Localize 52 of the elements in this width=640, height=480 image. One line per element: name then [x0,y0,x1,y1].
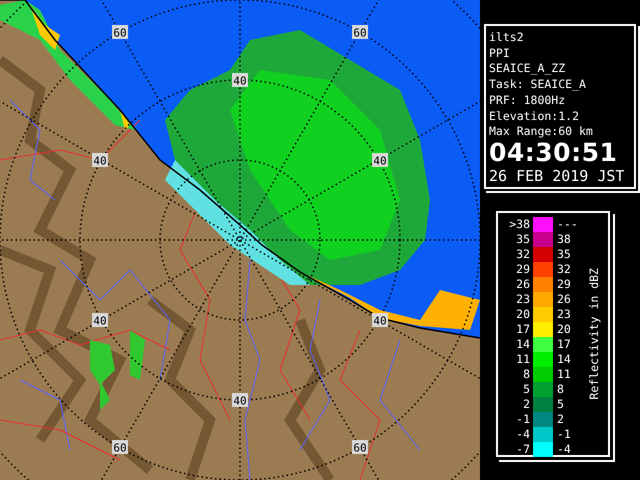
legend-value: 35 [515,232,530,246]
legend-value: 35 [557,247,572,262]
range-label: 40 [232,393,248,408]
legend-value: 11 [557,367,572,382]
legend-value: 5 [522,382,530,396]
range-label: 60 [352,25,368,40]
legend-value: 2 [557,412,565,426]
legend-value: 20 [557,322,572,336]
legend-value: 14 [557,352,572,366]
legend-value: 11 [515,352,530,366]
legend-value: 2 [522,397,530,412]
info-text: SEAICE_A_ZZ [489,61,566,78]
range-label: 40 [372,313,388,328]
legend-value: --- [557,217,579,232]
legend-value: -4 [557,442,572,456]
legend-value: -1 [515,412,530,426]
legend-value: 23 [557,307,572,322]
range-label: 40 [92,313,108,328]
legend-title: Reflectivity in dBZ [587,268,601,400]
range-label: 40 [92,153,108,168]
legend-value: 38 [557,232,572,246]
legend-value: 5 [557,397,565,412]
legend-value: 32 [557,262,572,276]
time-text: 04:30:51 [489,140,618,166]
range-label: 60 [112,440,128,454]
legend-value: -7 [515,442,530,456]
legend-value: >38 [508,217,530,232]
legend-value: 8 [557,382,565,396]
info-text: ilts2 [489,30,525,46]
legend-value: 8 [522,367,530,382]
info-text: Elevation:1.2 [489,108,580,124]
legend-value: 20 [515,307,530,322]
legend-value: 26 [515,277,530,292]
info-text: Max Range:60 km [489,124,594,140]
range-label: 60 [352,440,368,454]
legend-value: 32 [515,247,530,262]
range-label: 60 [112,25,128,40]
range-label: 40 [232,73,248,88]
legend-value: 14 [515,337,530,352]
date-text: 26 FEB 2019 JST [489,166,624,186]
legend-value: 17 [557,337,572,352]
range-label: 40 [372,153,388,168]
info-text: PPI [489,46,511,62]
info-text: PRF: 1800Hz [489,92,566,109]
legend-value: 23 [515,292,530,306]
legend-value: 26 [557,292,572,306]
legend-value: 29 [515,262,530,276]
info-text: Task: SEAICE_A [489,77,587,93]
legend-value: -1 [557,427,572,442]
legend-value: -4 [515,427,530,442]
legend-value: 17 [515,322,530,336]
legend-value: 29 [557,277,572,292]
